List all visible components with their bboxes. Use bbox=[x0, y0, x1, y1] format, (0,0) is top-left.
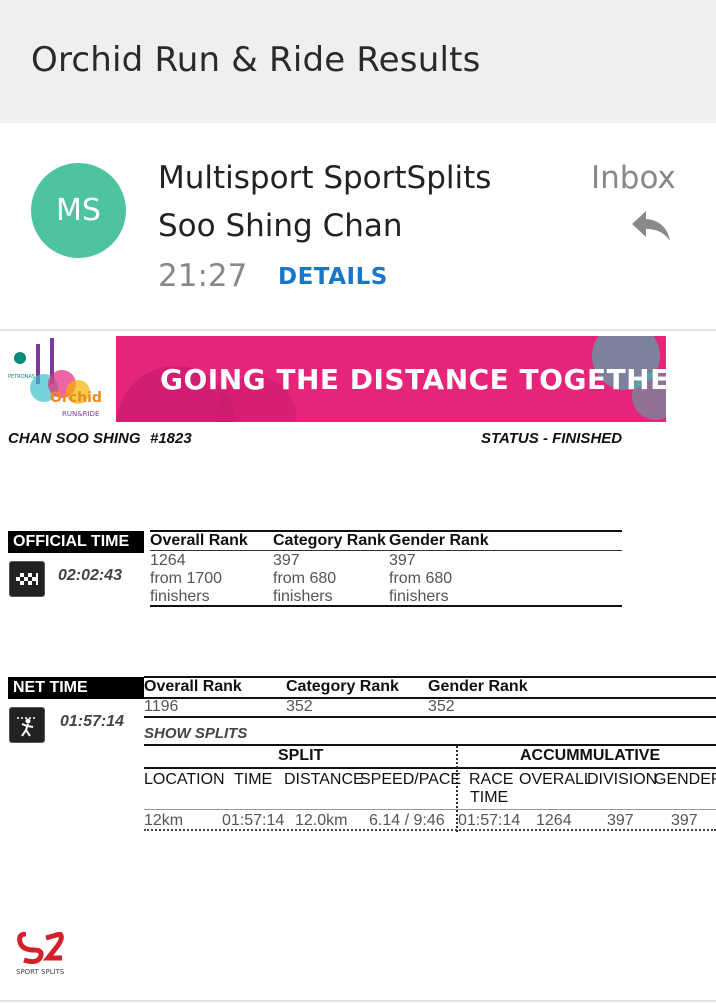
col-division: DIVISION bbox=[587, 771, 658, 788]
col-distance: DISTANCE bbox=[284, 771, 364, 788]
divider bbox=[144, 716, 716, 718]
col-race-time: TIME bbox=[470, 789, 509, 806]
split-distance: 12.0km bbox=[295, 812, 348, 829]
net-overall-rank-header: Overall Rank bbox=[144, 678, 242, 695]
col-overall: OVERALL bbox=[519, 771, 593, 788]
orchid-logo-icon: Orchid RUN&RIDE PETRONAS bbox=[8, 338, 102, 418]
finish-flag-icon bbox=[9, 561, 45, 597]
sportsplits-logo: SPORT SPLITS bbox=[14, 931, 70, 978]
banner-tagline: GOING THE DISTANCE TOGETHER bbox=[160, 363, 692, 396]
svg-text:Orchid: Orchid bbox=[50, 390, 102, 406]
official-overall-unit: finishers bbox=[150, 588, 210, 605]
sender-name[interactable]: Multisport SportSplits bbox=[158, 160, 491, 196]
official-gender-rank-header: Gender Rank bbox=[389, 532, 489, 549]
event-logo: Orchid RUN&RIDE PETRONAS bbox=[0, 336, 116, 422]
official-overall-from: from 1700 bbox=[150, 570, 223, 587]
svg-text:RUN&RIDE: RUN&RIDE bbox=[62, 410, 99, 418]
net-category-rank-header: Category Rank bbox=[286, 678, 399, 695]
accum-overall: 1264 bbox=[536, 812, 572, 829]
divider bbox=[144, 767, 716, 769]
accum-race-time: 01:57:14 bbox=[458, 812, 521, 829]
email-header: MS Multisport SportSplits Soo Shing Chan… bbox=[0, 123, 716, 331]
divider bbox=[0, 1000, 716, 1002]
official-overall-rank-header: Overall Rank bbox=[150, 532, 248, 549]
official-category-rank-header: Category Rank bbox=[273, 532, 386, 549]
split-header: SPLIT bbox=[278, 747, 324, 764]
net-gender-rank-header: Gender Rank bbox=[428, 678, 528, 695]
details-button[interactable]: DETAILS bbox=[278, 264, 388, 290]
col-gender: GENDER bbox=[654, 771, 716, 788]
divider bbox=[150, 605, 622, 607]
accumulative-header: ACCUMMULATIVE bbox=[520, 747, 661, 764]
col-time: TIME bbox=[234, 771, 273, 788]
accum-gender: 397 bbox=[671, 812, 698, 829]
official-gender-rank: 397 bbox=[389, 552, 416, 569]
official-time-label: OFFICIAL TIME bbox=[8, 531, 144, 553]
split-time: 01:57:14 bbox=[222, 812, 285, 829]
official-gender-from: from 680 bbox=[389, 570, 453, 587]
svg-text:PETRONAS: PETRONAS bbox=[8, 374, 35, 380]
official-gender-unit: finishers bbox=[389, 588, 449, 605]
accum-division: 397 bbox=[607, 812, 634, 829]
col-location: LOCATION bbox=[144, 771, 225, 788]
net-time: 01:57:14 bbox=[60, 713, 125, 730]
split-speed-pace: 6.14 / 9:46 bbox=[369, 812, 445, 829]
col-race: RACE bbox=[469, 771, 514, 788]
net-category-rank: 352 bbox=[286, 698, 313, 715]
page-title: Orchid Run & Ride Results bbox=[31, 40, 481, 80]
official-category-unit: finishers bbox=[273, 588, 333, 605]
divider bbox=[144, 744, 716, 746]
split-location: 12km bbox=[144, 812, 184, 829]
reply-icon[interactable] bbox=[630, 209, 672, 243]
participant-bib: #1823 bbox=[150, 430, 192, 447]
official-category-from: from 680 bbox=[273, 570, 337, 587]
net-overall-rank: 1196 bbox=[144, 698, 179, 715]
app-bar: Orchid Run & Ride Results bbox=[0, 0, 716, 123]
net-time-label: NET TIME bbox=[8, 677, 144, 699]
folder-label: Inbox bbox=[591, 160, 676, 196]
official-time: 02:02:43 bbox=[58, 567, 123, 584]
official-category-rank: 397 bbox=[273, 552, 300, 569]
footer-logo-text: SPORT SPLITS bbox=[16, 968, 65, 976]
divider bbox=[144, 809, 716, 810]
email-time: 21:27 bbox=[158, 258, 248, 294]
show-splits-link[interactable]: SHOW SPLITS bbox=[144, 725, 247, 742]
participant-status: STATUS - FINISHED bbox=[481, 430, 623, 447]
participant-name: CHAN SOO SHING bbox=[8, 430, 141, 447]
net-gender-rank: 352 bbox=[428, 698, 455, 715]
divider bbox=[144, 829, 716, 831]
event-banner: Orchid RUN&RIDE PETRONAS GOING THE DISTA… bbox=[0, 336, 691, 422]
avatar[interactable]: MS bbox=[31, 163, 126, 258]
runner-icon bbox=[9, 707, 45, 743]
recipient-name: Soo Shing Chan bbox=[158, 208, 403, 244]
col-speed-pace: SPEED/PACE bbox=[360, 771, 462, 788]
official-overall-rank: 1264 bbox=[150, 552, 186, 569]
divider bbox=[150, 550, 622, 551]
